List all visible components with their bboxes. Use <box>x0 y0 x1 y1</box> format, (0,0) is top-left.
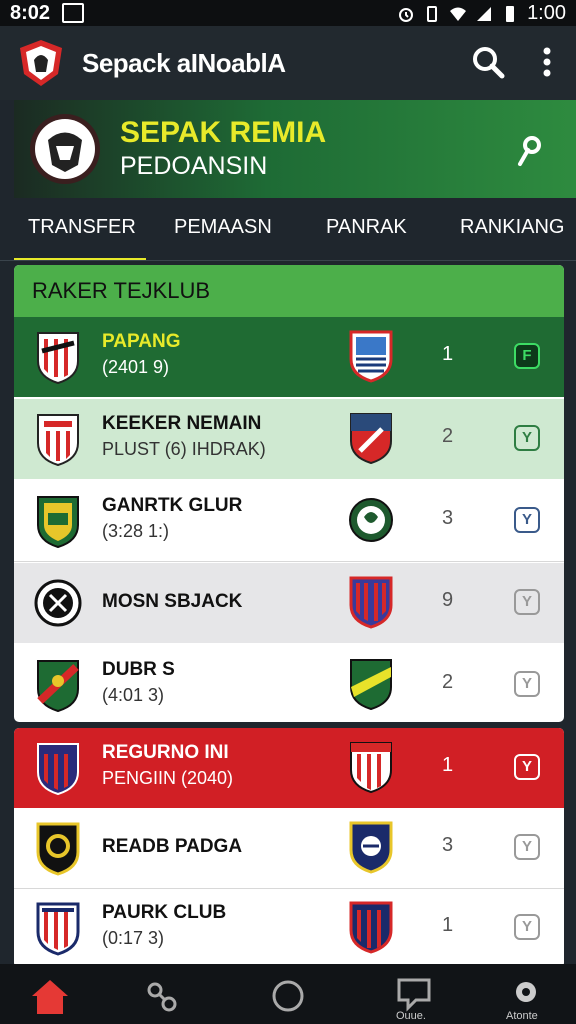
tabs-divider <box>0 260 576 261</box>
club-name: PAPANG <box>102 331 181 352</box>
bottom-navigation: Ouue. Atonte <box>0 964 576 1024</box>
club-rank: 2 <box>442 425 454 447</box>
club-crest-icon <box>37 332 79 385</box>
club-crest-icon <box>37 496 79 549</box>
club-detail: (2401 9) <box>102 357 170 377</box>
row-action-icon[interactable]: Y <box>514 914 540 940</box>
banner-subtitle: PEDOANSIN <box>120 152 268 180</box>
row-action-icon[interactable]: Y <box>514 754 540 780</box>
club-crest-icon <box>36 822 80 876</box>
club-detail: PENGIIN (2040) <box>102 768 234 788</box>
club-name: KEEKER NEMAIN <box>102 413 262 434</box>
opponent-crest-icon <box>349 576 393 629</box>
app-logo-icon <box>20 40 62 86</box>
row-action-icon[interactable]: Y <box>514 507 540 533</box>
club-rank: 9 <box>442 589 454 611</box>
club-rank: 2 <box>442 671 454 693</box>
club-rank: 3 <box>442 834 454 856</box>
club-name: MOSN SBJACK <box>102 591 243 612</box>
transfer-icon[interactable] <box>142 978 182 1014</box>
row-action-icon[interactable]: Y <box>514 589 540 615</box>
opponent-crest-icon <box>350 742 392 794</box>
signal-icon <box>477 6 492 21</box>
opponent-crest-icon <box>349 821 393 874</box>
club-name: REGURNO INI <box>102 742 229 763</box>
row-action-icon[interactable]: Y <box>514 425 540 451</box>
featured-banner[interactable]: SEPAK REMIA PEDOANSIN <box>14 100 576 198</box>
more-menu-icon[interactable] <box>536 44 558 80</box>
tab-transfer[interactable]: TRANSFER <box>28 216 136 239</box>
tab-rankiang[interactable]: RANKIANG <box>460 216 564 239</box>
opponent-crest-icon <box>350 413 392 465</box>
club-crest-icon <box>37 660 79 713</box>
club-name: DUBR S <box>102 659 175 680</box>
row-action-icon[interactable]: Y <box>514 671 540 697</box>
location-pin-icon[interactable] <box>514 134 544 168</box>
app-title: Sepack aINoablA <box>82 48 286 78</box>
opponent-crest-icon <box>349 498 393 542</box>
club-rank: 3 <box>442 507 454 529</box>
alarm-icon <box>399 7 414 22</box>
chat-icon[interactable] <box>394 976 434 1012</box>
app-bar: Sepack aINoablA <box>0 26 576 100</box>
opponent-crest-icon <box>349 901 393 954</box>
club-crest-icon <box>37 743 79 796</box>
image-notification-icon <box>62 3 84 23</box>
tab-bar: TRANSFER PEMAASN PANRAK RANKIANG <box>0 204 576 261</box>
search-icon[interactable] <box>470 44 506 80</box>
row-action-icon[interactable]: F <box>514 343 540 369</box>
club-ranking-card: RAKER TEJKLUB PAPANG (2401 9) 1 F KEEKER… <box>14 265 564 722</box>
table-row[interactable]: GANRTK GLUR (3:28 1:) 3 Y <box>14 481 564 561</box>
wifi-icon <box>450 7 467 21</box>
battery-icon <box>506 5 515 22</box>
table-row[interactable]: READB PADGA 3 Y <box>14 808 564 888</box>
section-header: RAKER TEJKLUB <box>14 265 564 317</box>
club-badge-icon <box>30 114 100 184</box>
club-rank: 1 <box>442 343 454 365</box>
table-row[interactable]: PAPANG (2401 9) 1 F <box>14 317 564 397</box>
table-row[interactable]: PAURK CLUB (0:17 3) 1 Y <box>14 888 564 968</box>
tab-panrak[interactable]: PANRAK <box>326 216 407 239</box>
club-name: READB PADGA <box>102 836 243 857</box>
tab-pemaasn[interactable]: PEMAASN <box>174 216 272 239</box>
club-detail: (3:28 1:) <box>102 521 170 541</box>
messages-label: Ouue. <box>396 1010 426 1022</box>
club-detail: PLUST (6) IHDRAK) <box>102 439 266 459</box>
circle-icon[interactable] <box>268 978 308 1014</box>
club-crest-icon <box>34 579 82 627</box>
vibrate-icon <box>427 5 438 22</box>
table-row[interactable]: DUBR S (4:01 3) 2 Y <box>14 645 564 722</box>
profile-icon[interactable] <box>506 974 546 1010</box>
banner-title: SEPAK REMIA <box>120 116 327 149</box>
status-clock: 1:00 <box>527 2 566 24</box>
club-detail: (4:01 3) <box>102 685 165 705</box>
table-row[interactable]: KEEKER NEMAIN PLUST (6) IHDRAK) 2 Y <box>14 399 564 479</box>
club-crest-icon <box>36 902 80 956</box>
row-divider <box>14 561 564 562</box>
club-detail: (0:17 3) <box>102 928 165 948</box>
status-icons: 1:00 <box>397 2 566 25</box>
club-rank: 1 <box>442 754 454 776</box>
home-icon[interactable] <box>30 978 70 1014</box>
club-rank: 1 <box>442 914 454 936</box>
table-row[interactable]: MOSN SBJACK 9 Y <box>14 563 564 643</box>
section-header-label: RAKER TEJKLUB <box>32 278 211 303</box>
club-name: GANRTK GLUR <box>102 495 243 516</box>
opponent-crest-icon <box>350 659 392 711</box>
status-time: 8:02 <box>10 2 51 24</box>
opponent-crest-icon <box>349 330 393 383</box>
table-row[interactable]: REGURNO INI PENGIIN (2040) 1 Y <box>14 728 564 808</box>
club-crest-icon <box>37 414 79 467</box>
profile-label: Atonte <box>506 1010 538 1022</box>
club-ranking-card-2: REGURNO INI PENGIIN (2040) 1 Y READB PAD… <box>14 728 564 968</box>
club-name: PAURK CLUB <box>102 902 227 923</box>
row-action-icon[interactable]: Y <box>514 834 540 860</box>
status-bar: 8:02 1:00 <box>0 0 576 26</box>
